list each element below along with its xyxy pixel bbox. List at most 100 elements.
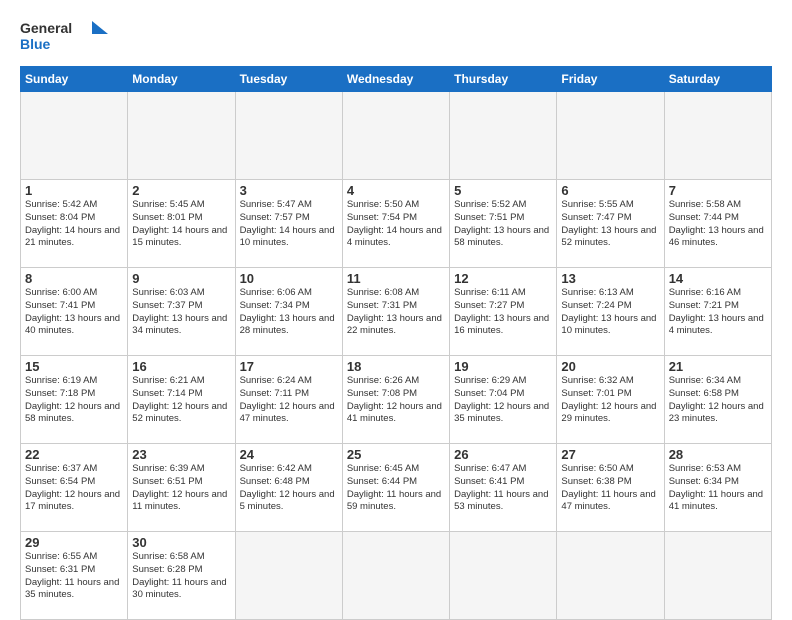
day-info: Sunrise: 6:42 AMSunset: 6:48 PMDaylight:… <box>240 463 338 514</box>
calendar-cell: 29Sunrise: 6:55 AMSunset: 6:31 PMDayligh… <box>21 532 128 620</box>
day-info: Sunrise: 6:00 AMSunset: 7:41 PMDaylight:… <box>25 287 123 338</box>
day-info: Sunrise: 5:50 AMSunset: 7:54 PMDaylight:… <box>347 199 445 250</box>
day-number: 9 <box>132 271 230 286</box>
day-number: 3 <box>240 183 338 198</box>
day-number: 29 <box>25 535 123 550</box>
calendar-row: 1Sunrise: 5:42 AMSunset: 8:04 PMDaylight… <box>21 180 772 268</box>
calendar-cell: 14Sunrise: 6:16 AMSunset: 7:21 PMDayligh… <box>664 268 771 356</box>
svg-text:General: General <box>20 20 72 36</box>
day-info: Sunrise: 6:19 AMSunset: 7:18 PMDaylight:… <box>25 375 123 426</box>
day-number: 14 <box>669 271 767 286</box>
calendar-cell: 3Sunrise: 5:47 AMSunset: 7:57 PMDaylight… <box>235 180 342 268</box>
calendar-cell: 1Sunrise: 5:42 AMSunset: 8:04 PMDaylight… <box>21 180 128 268</box>
day-number: 1 <box>25 183 123 198</box>
day-info: Sunrise: 5:58 AMSunset: 7:44 PMDaylight:… <box>669 199 767 250</box>
header: General Blue <box>20 16 772 56</box>
day-info: Sunrise: 6:53 AMSunset: 6:34 PMDaylight:… <box>669 463 767 514</box>
day-number: 25 <box>347 447 445 462</box>
calendar-row: 22Sunrise: 6:37 AMSunset: 6:54 PMDayligh… <box>21 444 772 532</box>
calendar-cell <box>664 532 771 620</box>
calendar-cell: 5Sunrise: 5:52 AMSunset: 7:51 PMDaylight… <box>450 180 557 268</box>
day-of-week-header: Tuesday <box>235 67 342 92</box>
calendar-cell <box>557 92 664 180</box>
calendar-cell: 6Sunrise: 5:55 AMSunset: 7:47 PMDaylight… <box>557 180 664 268</box>
calendar-cell: 24Sunrise: 6:42 AMSunset: 6:48 PMDayligh… <box>235 444 342 532</box>
day-of-week-header: Monday <box>128 67 235 92</box>
day-info: Sunrise: 6:58 AMSunset: 6:28 PMDaylight:… <box>132 551 230 602</box>
day-info: Sunrise: 6:29 AMSunset: 7:04 PMDaylight:… <box>454 375 552 426</box>
calendar-row: 8Sunrise: 6:00 AMSunset: 7:41 PMDaylight… <box>21 268 772 356</box>
calendar-cell: 20Sunrise: 6:32 AMSunset: 7:01 PMDayligh… <box>557 356 664 444</box>
calendar-cell <box>21 92 128 180</box>
day-info: Sunrise: 6:26 AMSunset: 7:08 PMDaylight:… <box>347 375 445 426</box>
calendar-cell: 30Sunrise: 6:58 AMSunset: 6:28 PMDayligh… <box>128 532 235 620</box>
day-of-week-header: Friday <box>557 67 664 92</box>
calendar-cell: 12Sunrise: 6:11 AMSunset: 7:27 PMDayligh… <box>450 268 557 356</box>
day-info: Sunrise: 6:03 AMSunset: 7:37 PMDaylight:… <box>132 287 230 338</box>
calendar-cell: 19Sunrise: 6:29 AMSunset: 7:04 PMDayligh… <box>450 356 557 444</box>
header-row: SundayMondayTuesdayWednesdayThursdayFrid… <box>21 67 772 92</box>
day-info: Sunrise: 6:37 AMSunset: 6:54 PMDaylight:… <box>25 463 123 514</box>
calendar-cell <box>450 532 557 620</box>
day-number: 17 <box>240 359 338 374</box>
calendar-cell <box>557 532 664 620</box>
day-number: 15 <box>25 359 123 374</box>
calendar-cell <box>664 92 771 180</box>
day-number: 4 <box>347 183 445 198</box>
day-of-week-header: Sunday <box>21 67 128 92</box>
day-number: 5 <box>454 183 552 198</box>
day-number: 24 <box>240 447 338 462</box>
day-number: 13 <box>561 271 659 286</box>
calendar-row: 15Sunrise: 6:19 AMSunset: 7:18 PMDayligh… <box>21 356 772 444</box>
calendar-cell: 16Sunrise: 6:21 AMSunset: 7:14 PMDayligh… <box>128 356 235 444</box>
svg-text:Blue: Blue <box>20 36 51 52</box>
day-number: 20 <box>561 359 659 374</box>
calendar-cell: 2Sunrise: 5:45 AMSunset: 8:01 PMDaylight… <box>128 180 235 268</box>
day-info: Sunrise: 6:24 AMSunset: 7:11 PMDaylight:… <box>240 375 338 426</box>
calendar-cell: 4Sunrise: 5:50 AMSunset: 7:54 PMDaylight… <box>342 180 449 268</box>
calendar-cell: 18Sunrise: 6:26 AMSunset: 7:08 PMDayligh… <box>342 356 449 444</box>
calendar-cell <box>450 92 557 180</box>
day-of-week-header: Thursday <box>450 67 557 92</box>
day-of-week-header: Wednesday <box>342 67 449 92</box>
calendar-cell <box>235 532 342 620</box>
logo: General Blue <box>20 16 110 56</box>
day-number: 2 <box>132 183 230 198</box>
day-number: 30 <box>132 535 230 550</box>
day-number: 27 <box>561 447 659 462</box>
day-number: 23 <box>132 447 230 462</box>
day-info: Sunrise: 5:42 AMSunset: 8:04 PMDaylight:… <box>25 199 123 250</box>
day-info: Sunrise: 6:50 AMSunset: 6:38 PMDaylight:… <box>561 463 659 514</box>
calendar-cell <box>235 92 342 180</box>
calendar-cell: 23Sunrise: 6:39 AMSunset: 6:51 PMDayligh… <box>128 444 235 532</box>
day-info: Sunrise: 5:55 AMSunset: 7:47 PMDaylight:… <box>561 199 659 250</box>
calendar-cell: 22Sunrise: 6:37 AMSunset: 6:54 PMDayligh… <box>21 444 128 532</box>
calendar-cell: 17Sunrise: 6:24 AMSunset: 7:11 PMDayligh… <box>235 356 342 444</box>
day-number: 10 <box>240 271 338 286</box>
calendar-cell: 25Sunrise: 6:45 AMSunset: 6:44 PMDayligh… <box>342 444 449 532</box>
day-number: 18 <box>347 359 445 374</box>
day-info: Sunrise: 6:13 AMSunset: 7:24 PMDaylight:… <box>561 287 659 338</box>
day-number: 19 <box>454 359 552 374</box>
calendar-cell <box>342 92 449 180</box>
day-info: Sunrise: 6:16 AMSunset: 7:21 PMDaylight:… <box>669 287 767 338</box>
day-info: Sunrise: 6:47 AMSunset: 6:41 PMDaylight:… <box>454 463 552 514</box>
calendar-cell: 8Sunrise: 6:00 AMSunset: 7:41 PMDaylight… <box>21 268 128 356</box>
calendar-cell: 28Sunrise: 6:53 AMSunset: 6:34 PMDayligh… <box>664 444 771 532</box>
calendar-cell: 15Sunrise: 6:19 AMSunset: 7:18 PMDayligh… <box>21 356 128 444</box>
day-number: 22 <box>25 447 123 462</box>
logo-svg: General Blue <box>20 16 110 56</box>
calendar-cell: 7Sunrise: 5:58 AMSunset: 7:44 PMDaylight… <box>664 180 771 268</box>
day-number: 12 <box>454 271 552 286</box>
calendar-cell: 9Sunrise: 6:03 AMSunset: 7:37 PMDaylight… <box>128 268 235 356</box>
day-number: 28 <box>669 447 767 462</box>
day-number: 6 <box>561 183 659 198</box>
day-info: Sunrise: 6:06 AMSunset: 7:34 PMDaylight:… <box>240 287 338 338</box>
day-number: 11 <box>347 271 445 286</box>
day-number: 26 <box>454 447 552 462</box>
day-info: Sunrise: 6:45 AMSunset: 6:44 PMDaylight:… <box>347 463 445 514</box>
day-number: 7 <box>669 183 767 198</box>
day-info: Sunrise: 6:34 AMSunset: 6:58 PMDaylight:… <box>669 375 767 426</box>
calendar-cell: 26Sunrise: 6:47 AMSunset: 6:41 PMDayligh… <box>450 444 557 532</box>
day-info: Sunrise: 5:52 AMSunset: 7:51 PMDaylight:… <box>454 199 552 250</box>
